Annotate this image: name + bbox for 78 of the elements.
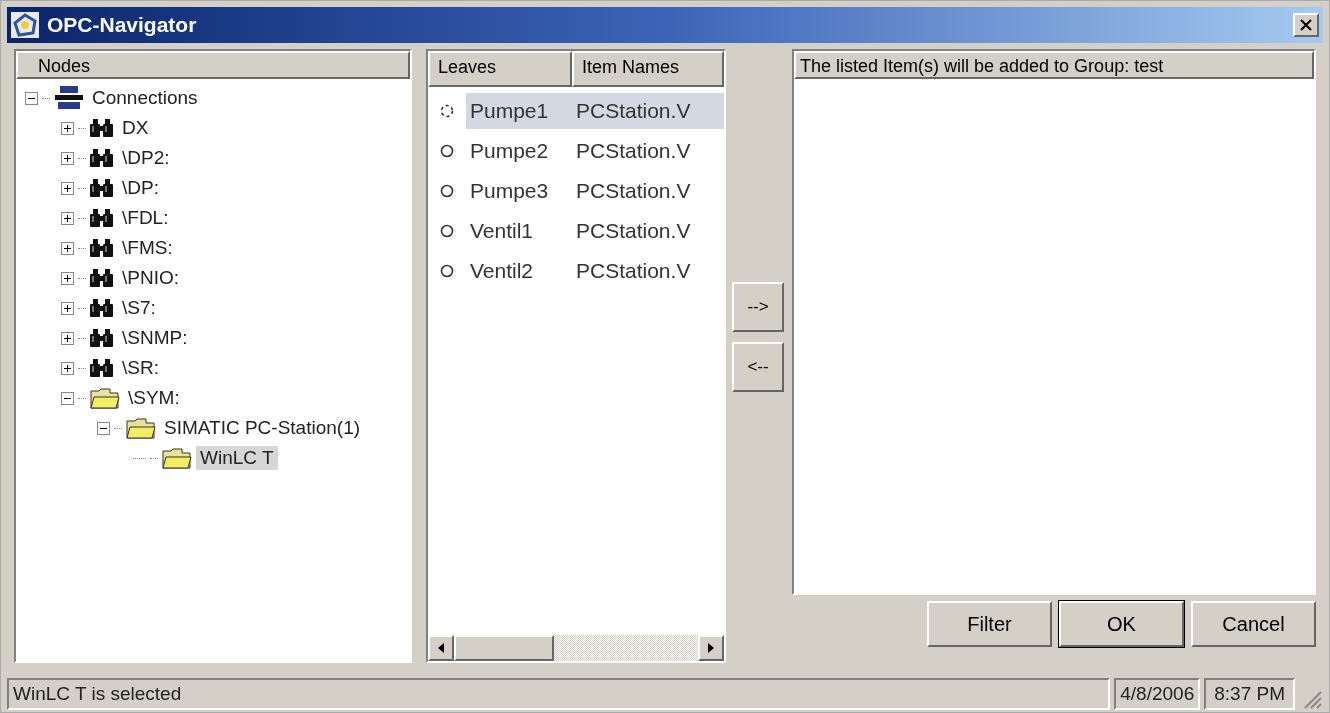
close-icon [1300,19,1312,31]
tree-item[interactable]: Connections [88,86,202,110]
expand-icon[interactable] [60,301,74,315]
table-cell-text: Ventil2 [469,258,535,285]
server-icon [54,86,84,110]
table-cell-text: PCStation.V [576,178,691,205]
expand-icon[interactable] [60,361,74,375]
collapse-icon[interactable] [60,391,74,405]
table-cell-text: PCStation.V [576,138,691,165]
tree-item[interactable]: \S7: [118,296,160,320]
app-icon [11,12,39,38]
tree-item[interactable]: \PNIO: [118,266,183,290]
binoculars-icon [90,208,114,228]
binoculars-icon [90,178,114,198]
binoculars-icon [90,268,114,288]
circle-icon [440,144,454,158]
tree-item[interactable]: \FMS: [118,236,177,260]
folder-icon [90,387,120,409]
tree-item[interactable]: \SNMP: [118,326,192,350]
list-row[interactable]: Pumpe1 PCStation.V [466,93,724,129]
dialog-button[interactable]: Filter [927,601,1052,647]
status-time: 8:37 PM [1204,678,1295,710]
list-row[interactable]: Ventil2 PCStation.V [466,253,724,289]
expand-icon[interactable] [60,211,74,225]
close-button[interactable] [1293,13,1319,37]
table-cell-text: Ventil1 [469,218,535,245]
dialog-button[interactable]: OK [1059,601,1184,647]
table-cell-text: Pumpe3 [469,178,550,205]
collapse-icon[interactable] [96,421,110,435]
expand-icon[interactable] [60,121,74,135]
tree-item[interactable]: DX [118,116,153,140]
column-header: Nodes [16,51,410,79]
add-button[interactable]: --> [732,282,784,332]
tree-item[interactable]: \SYM: [124,386,184,410]
column-header[interactable]: Leaves [428,51,572,87]
table-cell-text: PCStation.V [576,98,691,125]
remove-button[interactable]: <-- [732,342,784,392]
table-cell-text: Pumpe1 [469,98,550,125]
list-row[interactable]: Ventil1 PCStation.V [466,213,724,249]
binoculars-icon [90,358,114,378]
expand-icon[interactable] [60,181,74,195]
binoculars-icon [90,238,114,258]
circle-icon [440,184,454,198]
expand-icon[interactable] [60,331,74,345]
table-cell-text: PCStation.V [576,258,691,285]
column-header[interactable]: Item Names [572,51,724,87]
table-cell-text: PCStation.V [576,218,691,245]
tree-item[interactable]: \SR: [118,356,163,380]
status-message: WinLC T is selected [7,678,1111,710]
circle-icon [440,224,454,238]
binoculars-icon [90,148,114,168]
folder-icon [126,417,156,439]
scrollbar-thumb[interactable] [454,635,554,661]
circle-icon [440,104,454,118]
horizontal-scrollbar[interactable] [428,635,724,661]
expand-icon[interactable] [60,151,74,165]
tree-item[interactable]: \FDL: [118,206,173,230]
binoculars-icon [90,328,114,348]
tree-item[interactable]: SIMATIC PC-Station(1) [160,416,365,440]
expand-icon[interactable] [60,241,74,255]
list-row[interactable]: Pumpe2 PCStation.V [466,133,724,169]
table-cell-text: Pumpe2 [469,138,550,165]
list-row[interactable]: Pumpe3 PCStation.V [466,173,724,209]
status-date: 4/8/2006 [1114,678,1201,710]
dialog-button[interactable]: Cancel [1191,601,1316,647]
binoculars-icon [90,298,114,318]
circle-icon [440,264,454,278]
collapse-icon[interactable] [24,91,38,105]
folder-icon [162,447,192,469]
tree-item[interactable]: WinLC T [196,446,278,470]
expand-icon[interactable] [60,271,74,285]
binoculars-icon [90,118,114,138]
scroll-right-icon [707,643,715,653]
window-title: OPC-Navigator [47,12,197,39]
column-header: The listed Item(s) will be added to Group: test [794,51,1314,79]
tree-item[interactable]: \DP: [118,176,163,200]
tree-item[interactable]: \DP2: [118,146,174,170]
scroll-left-icon [437,643,445,653]
